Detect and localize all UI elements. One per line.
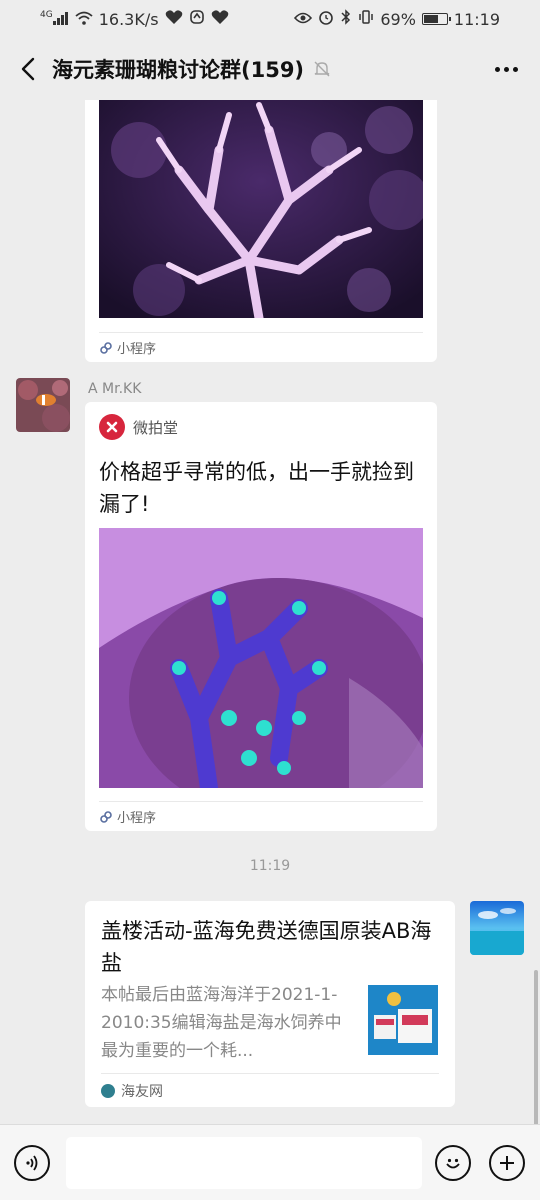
coral-image[interactable] bbox=[99, 100, 423, 318]
plus-icon bbox=[500, 1156, 514, 1170]
heart-icon bbox=[165, 9, 183, 29]
scrollbar[interactable] bbox=[534, 970, 538, 1124]
link-card[interactable]: 盖楼活动-蓝海免费送德国原装AB海盐 本帖最后由蓝海海洋于2021-1-2010… bbox=[85, 901, 455, 1107]
miniprogram-icon bbox=[100, 810, 112, 823]
link-title: 盖楼活动-蓝海免费送德国原装AB海盐 bbox=[101, 919, 432, 975]
back-arrow-icon bbox=[21, 57, 35, 81]
link-footer: 海友网 bbox=[101, 1073, 439, 1107]
miniprogram-label: 小程序 bbox=[117, 811, 157, 826]
link-thumbnail bbox=[368, 985, 438, 1055]
avatar-mrkk[interactable] bbox=[16, 378, 70, 432]
miniprogram-label: 小程序 bbox=[117, 342, 157, 357]
voice-button[interactable] bbox=[14, 1145, 50, 1181]
miniprogram-card[interactable]: 微拍堂 价格超乎寻常的低，出一手就捡到漏了! 小程序 bbox=[85, 402, 437, 831]
heart-icon bbox=[211, 9, 229, 29]
weipaitang-logo-icon bbox=[99, 414, 125, 440]
miniprogram-icon bbox=[100, 341, 112, 354]
bluetooth-icon bbox=[340, 9, 352, 29]
network-speed: 16.3K/s bbox=[98, 9, 159, 29]
message-timestamp: 11:19 bbox=[249, 858, 291, 874]
status-left: 4G 16.3K/s bbox=[40, 9, 229, 29]
more-icon bbox=[494, 66, 500, 72]
avatar-self[interactable] bbox=[470, 901, 524, 955]
battery-fill bbox=[423, 15, 438, 23]
alarm-icon bbox=[318, 9, 334, 29]
miniprogram-card[interactable]: 小程序 bbox=[85, 100, 437, 362]
card-title: 价格超乎寻常的低，出一手就捡到漏了! bbox=[99, 460, 414, 516]
source-row: 微拍堂 bbox=[99, 414, 178, 440]
emoji-icon bbox=[446, 1158, 460, 1169]
status-bar: 4G 16.3K/s 69% 11:19 bbox=[0, 0, 540, 38]
more-button[interactable] bbox=[486, 49, 526, 89]
status-right: 69% 11:19 bbox=[294, 9, 500, 29]
source-name: 微拍堂 bbox=[133, 418, 179, 437]
chat-area[interactable]: 小程序 A Mr.KK 微拍堂 价格超乎寻常的低，出一手就捡到漏了! 小程序 1… bbox=[0, 100, 540, 1124]
eye-icon bbox=[294, 10, 313, 29]
link-description: 本帖最后由蓝海海洋于2021-1-2010:35编辑海盐是海水饲养中最为重要的一… bbox=[101, 985, 342, 1061]
plus-button[interactable] bbox=[489, 1145, 525, 1181]
wifi-icon bbox=[75, 10, 93, 29]
clock-time: 11:19 bbox=[453, 9, 500, 29]
miniprogram-footer: 小程序 bbox=[99, 801, 423, 831]
message-input[interactable] bbox=[66, 1137, 422, 1189]
haiyou-logo-icon bbox=[101, 1083, 115, 1098]
signal-icon: 4G bbox=[40, 10, 69, 29]
link-source-name: 海友网 bbox=[121, 1083, 163, 1100]
back-button[interactable] bbox=[14, 49, 42, 89]
input-bar bbox=[0, 1124, 540, 1200]
notify-icon bbox=[189, 9, 205, 29]
vibrate-icon bbox=[358, 9, 374, 29]
battery-icon bbox=[421, 13, 451, 25]
emoji-button[interactable] bbox=[435, 1145, 471, 1181]
mute-bell-icon bbox=[314, 61, 330, 77]
sender-name: A Mr.KK bbox=[88, 381, 142, 397]
voice-icon bbox=[26, 1155, 38, 1171]
battery-percent: 69% bbox=[380, 9, 416, 29]
nav-bar: 海元素珊瑚粮讨论群(159) bbox=[0, 38, 540, 100]
miniprogram-footer: 小程序 bbox=[99, 332, 423, 362]
coral-image[interactable] bbox=[99, 528, 423, 788]
chat-title: 海元素珊瑚粮讨论群(159) bbox=[52, 58, 305, 82]
